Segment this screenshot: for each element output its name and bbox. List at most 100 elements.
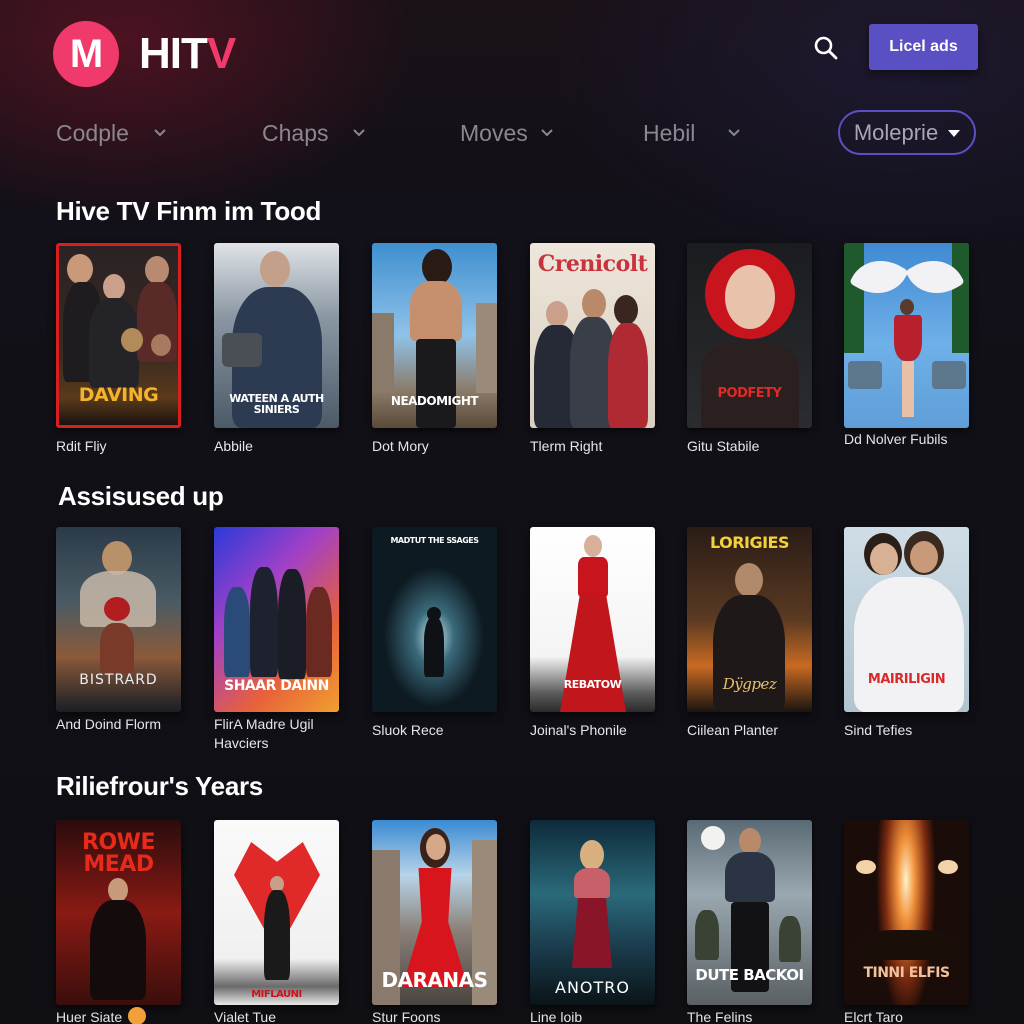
search-icon xyxy=(814,36,838,60)
section-title: Assisused up xyxy=(58,481,224,511)
movie-card[interactable]: LORIGIES Dÿgpez Ciilean Planter xyxy=(687,527,812,740)
poster-title: NEADOMIGHT xyxy=(390,394,479,408)
movie-card[interactable]: SHAAR DAINN FlirA Madre Ugil Havciers xyxy=(214,527,339,753)
movie-title: Dot Mory xyxy=(372,438,429,454)
poster-image: LORIGIES Dÿgpez xyxy=(687,527,812,712)
logo-icon[interactable]: M xyxy=(53,21,119,87)
chevron-down-icon xyxy=(541,129,553,137)
search-button[interactable] xyxy=(812,34,840,62)
logo-letter: M xyxy=(69,31,103,76)
poster-image: TINNI ELFIS xyxy=(844,820,969,1005)
movie-title: Rdit Fliy xyxy=(56,438,107,454)
chevron-down-icon xyxy=(154,129,166,137)
movie-card[interactable]: BISTRARD And Doind Florm xyxy=(56,527,181,734)
movie-title: Elcrt Taro xyxy=(844,1009,903,1024)
movie-card[interactable]: ANOTRO Line loib xyxy=(530,820,655,1024)
nav-item-codple[interactable]: Codple xyxy=(56,116,167,150)
movie-title: Vialet Tue xyxy=(214,1009,277,1024)
nav-item-hebil[interactable]: Hebil xyxy=(643,116,741,150)
movie-title: Ciilean Planter xyxy=(687,722,779,738)
brand-prefix: HIT xyxy=(139,29,208,78)
poster-title: DUTE BACKOI xyxy=(695,966,804,984)
app-header: M HITV Licel ads xyxy=(0,0,1024,100)
movie-title: Sluok Rece xyxy=(372,722,444,738)
brand-logo[interactable]: HITV xyxy=(139,29,236,78)
poster-title: SHAAR DAINN xyxy=(224,678,329,694)
movie-card[interactable]: MAIRILIGIN Sind Tefies xyxy=(844,527,969,740)
movie-title: Abbile xyxy=(214,438,253,454)
movie-title-text: Huer Siate xyxy=(56,1009,123,1024)
poster-title: DAVING xyxy=(78,384,159,406)
poster-image: DARANAS xyxy=(372,820,497,1005)
movie-title: Dd Nolver Fubils xyxy=(844,431,948,447)
chevron-down-icon xyxy=(728,129,741,137)
poster-title: WATEEN A AUTH SINIERS xyxy=(229,392,324,416)
poster-title: REBATOW xyxy=(563,678,622,691)
poster-title: MADTUT THE SSAGES xyxy=(390,536,479,545)
movie-card[interactable]: Crenicolt Tlerm Right xyxy=(530,243,655,456)
movie-card[interactable]: DARANAS Stur Foons xyxy=(372,820,497,1024)
poster-title: ANOTRO xyxy=(555,978,630,997)
poster-title: MIFLAUNI xyxy=(251,989,302,1000)
movie-card[interactable]: NEADOMIGHT Dot Mory xyxy=(372,243,497,456)
poster-image: MIFLAUNI xyxy=(214,820,339,1005)
nav-pill-moleprie[interactable]: Moleprie xyxy=(838,110,976,155)
poster-image: MADTUT THE SSAGES xyxy=(372,527,497,712)
poster-title: LORIGIES xyxy=(709,533,790,552)
section-title: Riliefrour's Years xyxy=(56,771,263,801)
poster-image: SHAAR DAINN xyxy=(214,527,339,712)
poster-title: BISTRARD xyxy=(79,672,158,688)
section-title: Hive TV Finm im Tood xyxy=(56,196,322,226)
emoji-face-icon xyxy=(128,1007,147,1024)
poster-image: MAIRILIGIN xyxy=(844,527,969,712)
movie-title: Stur Foons xyxy=(372,1009,441,1024)
movie-card[interactable]: WATEEN A AUTH SINIERS Abbile xyxy=(214,243,339,456)
nav-label: Moves xyxy=(460,119,528,146)
poster-image: NEADOMIGHT xyxy=(372,243,497,428)
nav-label: Codple xyxy=(56,119,129,146)
movie-card[interactable]: MADTUT THE SSAGES Sluok Rece xyxy=(372,527,497,740)
movie-card[interactable]: DAVING Rdit Fliy xyxy=(56,243,181,456)
poster-title: ROWE MEAD xyxy=(82,830,155,877)
poster-image: PODFETY xyxy=(687,243,812,428)
poster-title: DARANAS xyxy=(381,968,488,992)
nav-pill-label: Moleprie xyxy=(853,119,939,145)
movie-card[interactable]: DUTE BACKOI The Felins xyxy=(687,820,812,1024)
brand-suffix: V xyxy=(206,29,236,78)
movie-title: Sind Tefies xyxy=(844,722,913,738)
poster-title: Crenicolt xyxy=(537,251,648,277)
movie-title: Gitu Stabile xyxy=(687,438,760,454)
poster-title: MAIRILIGIN xyxy=(867,672,946,687)
poster-image: DUTE BACKOI xyxy=(687,820,812,1005)
movie-title: Huer Siate xyxy=(56,1007,181,1024)
movie-title: Line loib xyxy=(530,1009,583,1024)
nav-label: Hebil xyxy=(643,119,696,146)
movie-title: The Felins xyxy=(687,1009,753,1024)
movie-title: FlirA Madre Ugil Havciers xyxy=(214,716,314,751)
cta-button[interactable]: Licel ads xyxy=(869,24,978,70)
movie-card[interactable]: TINNI ELFIS Elcrt Taro xyxy=(844,820,969,1024)
nav-item-moves[interactable]: Moves xyxy=(460,116,554,150)
nav-item-chaps[interactable]: Chaps xyxy=(262,116,366,150)
movie-card[interactable]: MIFLAUNI Vialet Tue xyxy=(214,820,339,1024)
caret-down-icon xyxy=(948,130,961,137)
movie-card[interactable]: Dd Nolver Fubils xyxy=(844,243,969,449)
poster-image: ROWE MEAD xyxy=(56,820,181,1005)
movie-card[interactable]: PODFETY Gitu Stabile xyxy=(687,243,812,456)
movie-title: And Doind Florm xyxy=(56,716,162,732)
poster-image: DAVING xyxy=(56,243,181,428)
poster-image: Crenicolt xyxy=(530,243,655,428)
movie-card[interactable]: ROWE MEAD Huer Siate xyxy=(56,820,181,1024)
poster-image: BISTRARD xyxy=(56,527,181,712)
movie-title: Joinal's Phonile xyxy=(530,722,627,738)
nav-label: Chaps xyxy=(262,119,329,146)
poster-title: PODFETY xyxy=(717,386,782,401)
chevron-down-icon xyxy=(353,129,366,137)
poster-image: ANOTRO xyxy=(530,820,655,1005)
movie-card[interactable]: REBATOW Joinal's Phonile xyxy=(530,527,655,740)
poster-image: REBATOW xyxy=(530,527,655,712)
poster-title: TINNI ELFIS xyxy=(863,965,950,981)
poster-image: WATEEN A AUTH SINIERS xyxy=(214,243,339,428)
movie-title: Tlerm Right xyxy=(530,438,603,454)
poster-image xyxy=(844,243,969,428)
